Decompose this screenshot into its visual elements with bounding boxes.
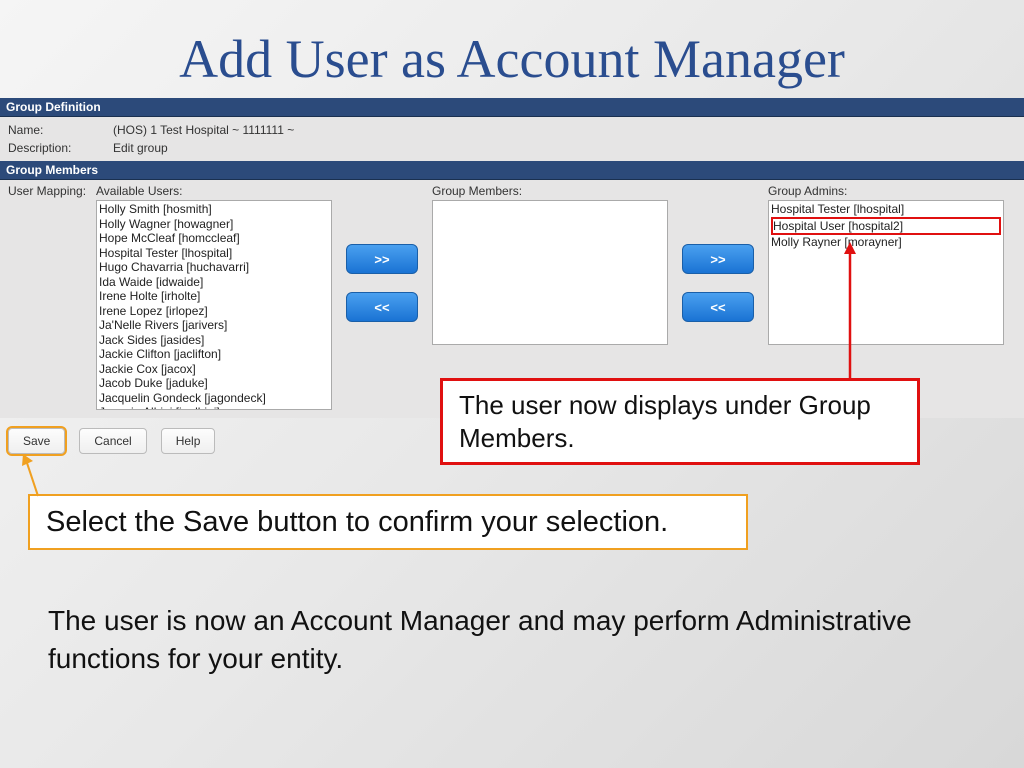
available-user-item[interactable]: Hugo Chavarria [huchavarri] — [99, 260, 329, 275]
add-to-admins-button[interactable]: >> — [682, 244, 754, 274]
available-user-item[interactable]: Jackie Cox [jacox] — [99, 362, 329, 377]
available-user-item[interactable]: Holly Wagner [howagner] — [99, 217, 329, 232]
remove-from-members-button[interactable]: << — [346, 292, 418, 322]
available-user-item[interactable]: Irene Holte [irholte] — [99, 289, 329, 304]
save-button[interactable]: Save — [8, 428, 65, 454]
group-members-header: Group Members — [0, 161, 1024, 180]
add-to-members-button[interactable]: >> — [346, 244, 418, 274]
group-admins-label: Group Admins: — [768, 184, 1004, 198]
body-explanation: The user is now an Account Manager and m… — [48, 602, 968, 678]
user-mapping-label: User Mapping: — [8, 184, 96, 198]
available-user-item[interactable]: Jacob Duke [jaduke] — [99, 376, 329, 391]
help-button[interactable]: Help — [161, 428, 216, 454]
available-user-item[interactable]: Jack Sides [jasides] — [99, 333, 329, 348]
available-users-listbox[interactable]: Holly Smith [hosmith]Holly Wagner [howag… — [96, 200, 332, 410]
group-admin-item[interactable]: Hospital User [hospital2] — [771, 217, 1001, 236]
available-user-item[interactable]: Ja'Nelle Rivers [jarivers] — [99, 318, 329, 333]
group-admin-item[interactable]: Hospital Tester [lhospital] — [771, 202, 1001, 217]
cancel-button[interactable]: Cancel — [79, 428, 146, 454]
available-user-item[interactable]: Hospital Tester [lhospital] — [99, 246, 329, 261]
group-definition-body: Name: (HOS) 1 Test Hospital ~ 1111111 ~ … — [0, 117, 1024, 161]
name-value: (HOS) 1 Test Hospital ~ 1111111 ~ — [113, 123, 294, 137]
available-user-item[interactable]: Ida Waide [idwaide] — [99, 275, 329, 290]
group-admins-listbox[interactable]: Hospital Tester [lhospital]Hospital User… — [768, 200, 1004, 345]
group-members-label: Group Members: — [432, 184, 668, 198]
available-user-item[interactable]: Hope McCleaf [homccleaf] — [99, 231, 329, 246]
remove-from-admins-button[interactable]: << — [682, 292, 754, 322]
available-user-item[interactable]: Jacquie Albini [jaalbini] — [99, 405, 329, 410]
callout-save: Select the Save button to confirm your s… — [28, 494, 748, 550]
callout-group-members: The user now displays under Group Member… — [440, 378, 920, 465]
available-user-item[interactable]: Jacquelin Gondeck [jagondeck] — [99, 391, 329, 406]
group-definition-header: Group Definition — [0, 98, 1024, 117]
group-admin-item[interactable]: Molly Rayner [morayner] — [771, 235, 1001, 250]
available-users-label: Available Users: — [96, 184, 332, 198]
group-editor-panel: Group Definition Name: (HOS) 1 Test Hosp… — [0, 98, 1024, 418]
available-user-item[interactable]: Holly Smith [hosmith] — [99, 202, 329, 217]
description-value: Edit group — [113, 141, 168, 155]
name-label: Name: — [8, 123, 113, 137]
page-title: Add User as Account Manager — [0, 0, 1024, 98]
available-user-item[interactable]: Irene Lopez [irlopez] — [99, 304, 329, 319]
available-user-item[interactable]: Jackie Clifton [jaclifton] — [99, 347, 329, 362]
description-label: Description: — [8, 141, 113, 155]
group-members-listbox[interactable] — [432, 200, 668, 345]
